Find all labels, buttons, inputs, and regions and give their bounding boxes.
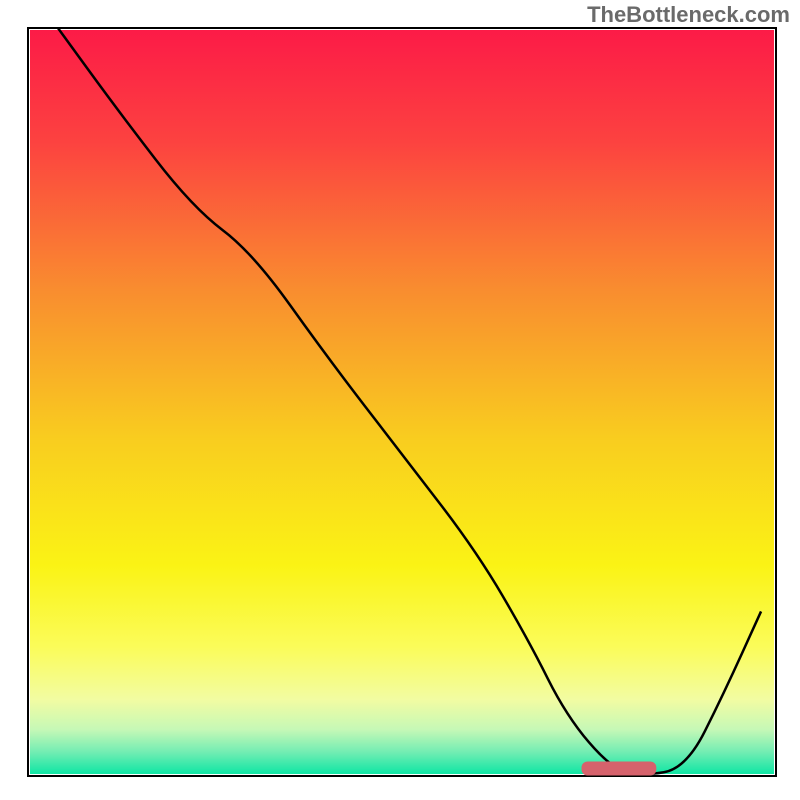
bottleneck-chart <box>0 0 800 800</box>
optimal-range-marker <box>582 762 657 776</box>
chart-container: TheBottleneck.com <box>0 0 800 800</box>
watermark-text: TheBottleneck.com <box>587 2 790 28</box>
